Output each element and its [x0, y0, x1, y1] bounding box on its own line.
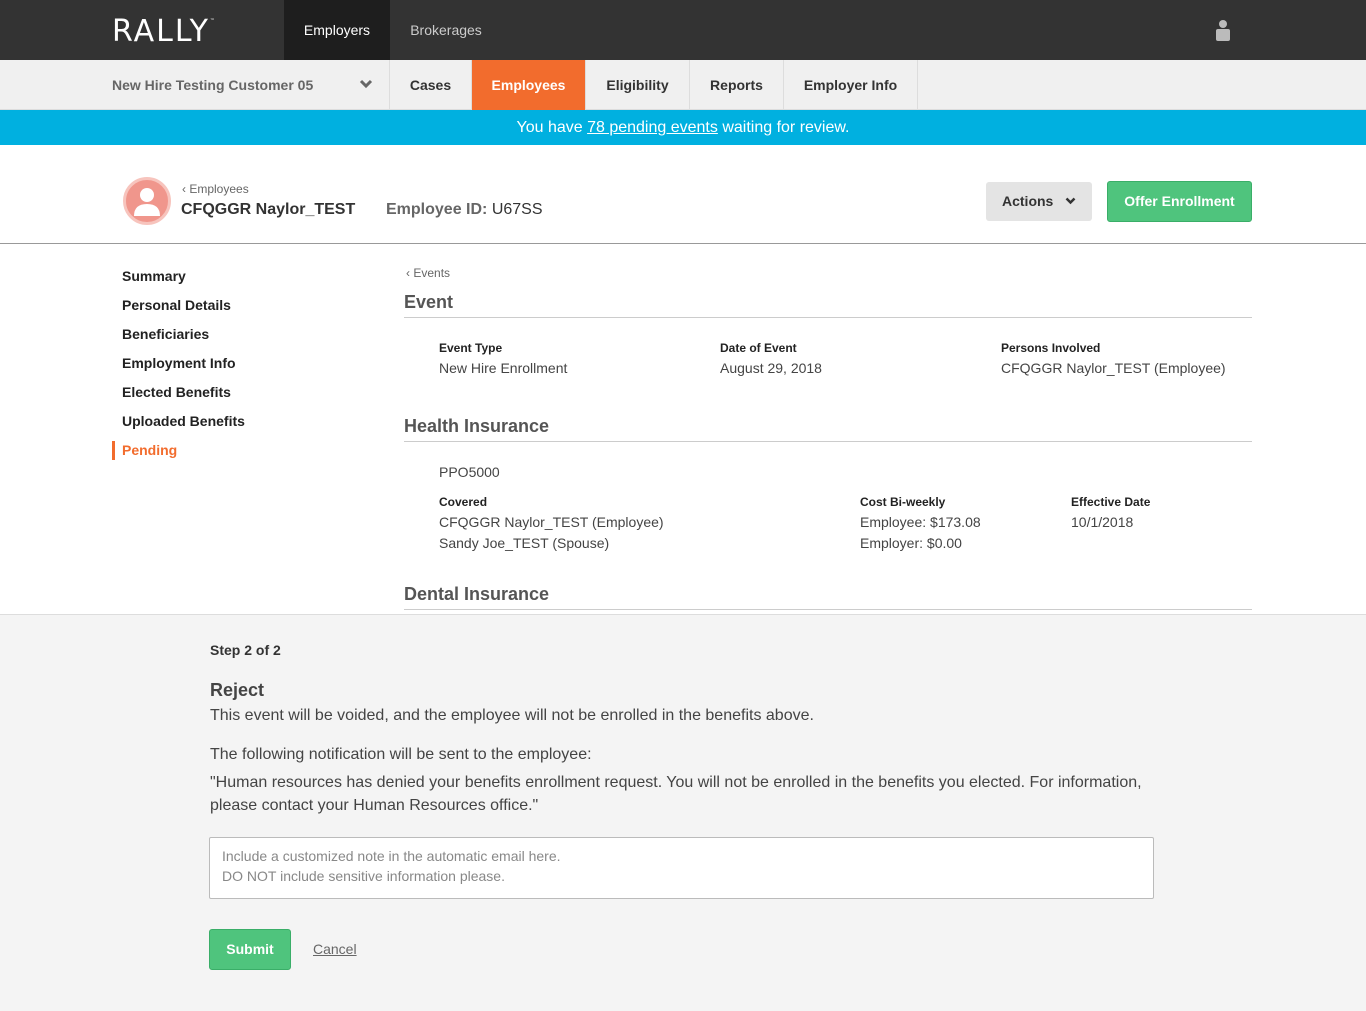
- sidebar-item-summary[interactable]: Summary: [112, 268, 245, 297]
- notification-intro: The following notification will be sent …: [210, 746, 592, 763]
- banner-prefix: You have: [516, 119, 588, 136]
- reject-description: This event will be voided, and the emplo…: [210, 707, 814, 724]
- offer-enrollment-button[interactable]: Offer Enrollment: [1107, 181, 1252, 222]
- logo-text: RALLY: [112, 14, 210, 49]
- note-placeholder-line1: Include a customized note in the automat…: [222, 848, 561, 864]
- event-type-value: New Hire Enrollment: [439, 360, 568, 376]
- event-section-title: Event: [404, 292, 1252, 318]
- effective-date-label: Effective Date: [1071, 495, 1151, 509]
- events-crumb-label: Events: [413, 266, 451, 280]
- sidebar-item-employment-info[interactable]: Employment Info: [112, 355, 245, 384]
- back-to-events-link[interactable]: ‹ Events: [406, 266, 450, 280]
- notification-text-line2: please contact your Human Resources offi…: [210, 797, 539, 814]
- tab-employers[interactable]: Employers: [284, 0, 390, 60]
- employer-cost: Employer: $0.00: [860, 535, 962, 551]
- chevron-down-icon: [1065, 197, 1076, 205]
- reject-panel: Step 2 of 2 Reject This event will be vo…: [0, 614, 1366, 1011]
- sidebar-item-pending[interactable]: Pending: [112, 441, 245, 471]
- rally-logo[interactable]: RALLY™: [112, 14, 215, 49]
- date-of-event-value: August 29, 2018: [720, 360, 822, 376]
- banner-suffix: waiting for review.: [717, 119, 850, 136]
- logo-trademark: ™: [209, 18, 215, 24]
- persons-involved-value: CFQGGR Naylor_TEST (Employee): [1001, 360, 1226, 376]
- reject-title: Reject: [210, 680, 265, 700]
- customer-name: New Hire Testing Customer 05: [112, 77, 314, 93]
- employee-id-label: Employee ID:: [386, 201, 488, 218]
- dental-insurance-title: Dental Insurance: [404, 584, 1252, 610]
- covered-label: Covered: [439, 495, 488, 509]
- effective-date-value: 10/1/2018: [1071, 514, 1134, 530]
- employee-sidebar: Summary Personal Details Beneficiaries E…: [112, 268, 245, 471]
- cost-label: Cost Bi-weekly: [860, 495, 946, 509]
- date-of-event-label: Date of Event: [720, 341, 797, 355]
- back-to-employees-link[interactable]: ‹ Employees: [182, 182, 249, 196]
- sub-navbar: New Hire Testing Customer 05 Cases Emplo…: [0, 60, 1366, 110]
- covered-person: Sandy Joe_TEST (Spouse): [439, 535, 610, 551]
- chevron-down-icon: [359, 79, 373, 89]
- employee-name: CFQGGR Naylor_TEST: [181, 201, 356, 218]
- health-insurance-title: Health Insurance: [404, 416, 1252, 442]
- employee-id: Employee ID: U67SS: [386, 201, 543, 219]
- pending-events-banner: You have 78 pending events waiting for r…: [0, 110, 1366, 145]
- tab-brokerages[interactable]: Brokerages: [390, 0, 502, 60]
- health-plan-name: PPO5000: [439, 464, 500, 480]
- user-icon[interactable]: [1215, 19, 1231, 41]
- step-indicator: Step 2 of 2: [210, 642, 281, 658]
- tab-eligibility[interactable]: Eligibility: [586, 60, 690, 110]
- persons-involved-label: Persons Involved: [1001, 341, 1101, 355]
- note-placeholder-line2: DO NOT include sensitive information ple…: [222, 868, 505, 884]
- sidebar-item-elected-benefits[interactable]: Elected Benefits: [112, 384, 245, 413]
- avatar: [123, 177, 171, 225]
- tab-employees[interactable]: Employees: [472, 60, 586, 110]
- tab-cases[interactable]: Cases: [390, 60, 472, 110]
- employee-id-value: U67SS: [491, 201, 543, 218]
- tab-reports[interactable]: Reports: [690, 60, 784, 110]
- covered-person: CFQGGR Naylor_TEST (Employee): [439, 514, 664, 530]
- top-navbar: RALLY™ Employers Brokerages: [0, 0, 1366, 60]
- customer-selector[interactable]: New Hire Testing Customer 05: [112, 60, 390, 110]
- cancel-link[interactable]: Cancel: [313, 941, 357, 957]
- pending-events-link[interactable]: 78 pending events: [587, 119, 718, 136]
- back-label: Employees: [189, 182, 249, 196]
- tab-employer-info[interactable]: Employer Info: [784, 60, 918, 110]
- person-icon: [134, 188, 160, 216]
- sidebar-item-uploaded-benefits[interactable]: Uploaded Benefits: [112, 413, 245, 442]
- actions-button[interactable]: Actions: [986, 182, 1092, 221]
- sidebar-item-beneficiaries[interactable]: Beneficiaries: [112, 326, 245, 355]
- employee-header: ‹ Employees CFQGGR Naylor_TEST Employee …: [0, 145, 1366, 244]
- notification-text-line1: "Human resources has denied your benefit…: [210, 774, 1142, 791]
- sidebar-item-personal-details[interactable]: Personal Details: [112, 297, 245, 326]
- event-type-label: Event Type: [439, 341, 503, 355]
- employee-cost: Employee: $173.08: [860, 514, 981, 530]
- actions-label: Actions: [1002, 193, 1054, 209]
- submit-button[interactable]: Submit: [209, 929, 291, 970]
- custom-note-textarea[interactable]: Include a customized note in the automat…: [209, 837, 1154, 899]
